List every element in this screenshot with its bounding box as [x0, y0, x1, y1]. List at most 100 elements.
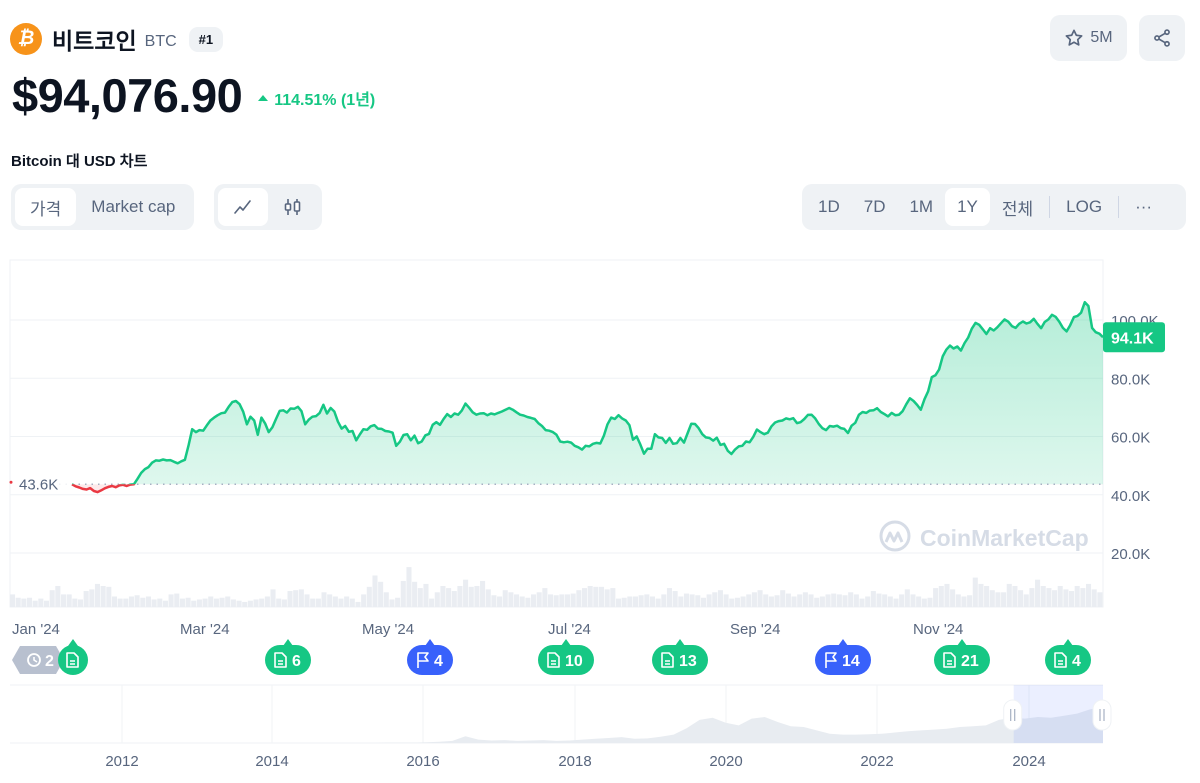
volume-bar: [366, 586, 372, 607]
volume-bar: [429, 598, 435, 607]
more-options-button[interactable]: ···: [1123, 188, 1164, 226]
volume-bar: [802, 592, 808, 607]
event-marker[interactable]: 10: [538, 639, 594, 675]
event-pointer: [425, 639, 435, 646]
volume-bar: [576, 590, 582, 607]
volume-bar: [967, 595, 973, 607]
tab-candlestick[interactable]: [268, 188, 318, 226]
range-1d[interactable]: 1D: [806, 188, 852, 226]
volume-bar: [853, 594, 859, 607]
navigator-right-handle[interactable]: [1092, 699, 1112, 731]
log-toggle[interactable]: LOG: [1054, 188, 1114, 226]
price-chart-svg[interactable]: CoinMarketCap 43.6K 20.0K 40.0K 60.0K 80.0K…: [0, 250, 1200, 783]
baseline-marker: [9, 480, 13, 484]
volume-bar: [1074, 586, 1080, 607]
range-navigator[interactable]: 2012 2014 2016 2018 2020 2022 2024: [10, 684, 1112, 770]
event-pointer: [675, 639, 685, 646]
event-pointer: [283, 639, 293, 646]
volume-bar: [717, 590, 723, 607]
volume-bar: [1029, 588, 1035, 607]
range-7d[interactable]: 7D: [852, 188, 898, 226]
event-count: 21: [961, 653, 979, 670]
volume-bar: [610, 588, 616, 607]
price-change-value: 114.51% (1년): [274, 91, 376, 109]
volume-bar: [276, 598, 282, 607]
volume-bar: [519, 596, 525, 607]
event-pointer: [957, 639, 967, 646]
volume-bar: [21, 598, 27, 607]
tab-market-cap[interactable]: Market cap: [76, 188, 190, 226]
volume-bar: [400, 580, 406, 607]
event-bubble: [58, 645, 88, 675]
event-marker[interactable]: 4: [1045, 639, 1091, 675]
volume-bar: [43, 600, 50, 607]
navigator-tick-label: 2022: [860, 753, 893, 770]
volume-bar: [485, 589, 491, 607]
volume-bar: [151, 599, 157, 607]
event-marker[interactable]: 6: [265, 639, 311, 675]
navigator-tick-label: 2016: [406, 753, 439, 770]
x-axis: Jan '24 Mar '24 May '24 Jul '24 Sep '24 Nov '…: [12, 621, 963, 638]
range-all[interactable]: 전체: [990, 188, 1045, 226]
candlestick-icon: [284, 199, 301, 215]
line-chart-icon: [234, 200, 251, 214]
volume-bar: [649, 596, 656, 607]
volume-bar: [672, 591, 678, 607]
event-marker[interactable]: 13: [652, 639, 708, 675]
volume-bar: [77, 599, 84, 607]
volume-bar: [938, 586, 944, 607]
divider: [1118, 196, 1120, 218]
share-button[interactable]: [1139, 15, 1185, 61]
volume-bar: [933, 588, 939, 607]
volume-bar: [910, 594, 916, 607]
volume-bar: [1080, 588, 1086, 607]
volume-bar: [213, 598, 219, 607]
tab-line-chart[interactable]: [218, 188, 268, 226]
volume-bar: [202, 598, 208, 607]
volume-bar: [559, 594, 565, 607]
volume-bar: [661, 594, 667, 607]
event-marker[interactable]: 2: [12, 646, 64, 674]
range-1y[interactable]: 1Y: [945, 188, 990, 226]
volume-bar: [836, 594, 842, 607]
volume-bar: [372, 575, 378, 607]
navigator-tick-label: 2024: [1012, 753, 1045, 770]
watchlist-button[interactable]: 5M: [1050, 15, 1127, 61]
event-count: 4: [434, 653, 443, 670]
volume-bar: [746, 594, 752, 607]
volume-bar: [700, 597, 706, 607]
price-chart[interactable]: CoinMarketCap 43.6K 20.0K 40.0K 60.0K 80.0K…: [0, 250, 1200, 783]
event-marker[interactable]: 14: [815, 639, 871, 675]
tab-price[interactable]: 가격: [15, 188, 77, 226]
event-marker[interactable]: 21: [934, 639, 990, 675]
event-marker[interactable]: 4: [407, 639, 453, 675]
volume-bar: [344, 596, 350, 607]
coin-symbol: BTC: [144, 33, 177, 50]
volume-bar: [593, 586, 599, 607]
x-tick-label: Sep '24: [730, 621, 780, 638]
rank-badge: #1: [188, 26, 224, 52]
range-1m[interactable]: 1M: [897, 188, 945, 226]
volume-bar: [1086, 583, 1092, 607]
volume-bar: [859, 598, 865, 607]
volume-bar: [814, 597, 820, 607]
triangle-up-icon: [258, 94, 269, 101]
volume-bar: [361, 594, 367, 607]
event-count: 4: [1072, 653, 1081, 670]
y-tick-label: 60.0K: [1111, 430, 1150, 447]
navigator-left-handle[interactable]: [1003, 699, 1023, 731]
volume-bar: [355, 601, 361, 607]
volume-bar: [882, 594, 888, 607]
volume-bar: [1063, 589, 1069, 607]
volume-bar: [632, 596, 639, 607]
volume-bar: [950, 589, 956, 607]
volume-bar: [581, 588, 588, 607]
baseline-label: 43.6K: [19, 476, 58, 493]
volume-bar: [984, 586, 990, 607]
volume-bar: [638, 595, 644, 607]
event-marker[interactable]: [58, 639, 88, 675]
volume-bar: [893, 598, 899, 607]
price-row: $94,076.90 114.51% (1년): [12, 68, 375, 123]
volume-bar: [774, 595, 780, 607]
event-bubble: [407, 645, 453, 675]
